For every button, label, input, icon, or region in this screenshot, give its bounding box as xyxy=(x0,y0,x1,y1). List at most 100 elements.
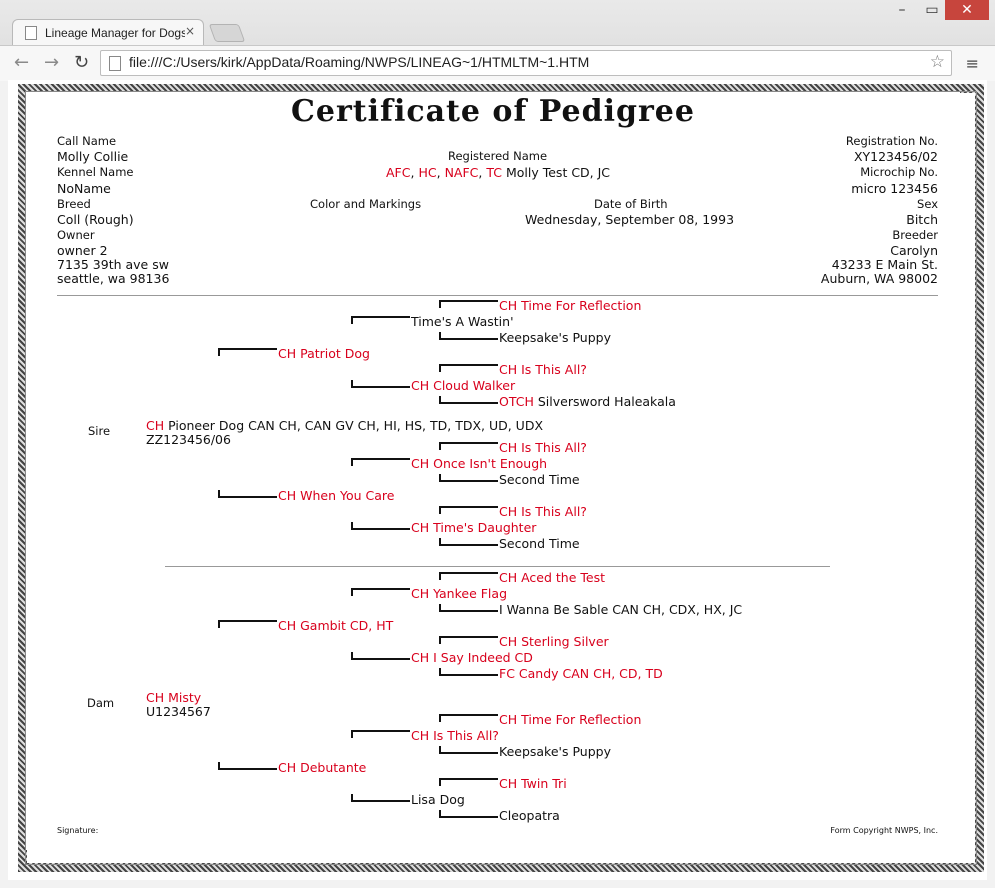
reload-icon[interactable]: ↻ xyxy=(74,52,89,73)
connector xyxy=(439,396,498,404)
reg-title-tc: TC xyxy=(486,165,502,180)
gen4-b1: CH Aced the Test xyxy=(499,570,606,585)
registration-label: Registration No. xyxy=(845,134,938,148)
signature-label: Signature: xyxy=(57,826,99,835)
connector xyxy=(351,458,410,466)
connector xyxy=(351,316,410,324)
sire-title: CH xyxy=(146,418,165,433)
reg-title-hc: HC xyxy=(418,165,437,180)
dds: CH Is This All? xyxy=(411,728,499,743)
breeder-name: Carolyn xyxy=(890,243,938,258)
gen4-a4-name: Silversword Haleakala xyxy=(537,394,676,409)
kennel-name-label: Kennel Name xyxy=(57,165,134,179)
sdd: CH Time's Daughter xyxy=(411,520,537,535)
connector xyxy=(439,572,498,580)
connector xyxy=(439,300,498,308)
owner-address-2: seattle, wa 98136 xyxy=(57,271,170,286)
breeder-address-1: 43233 E Main St. xyxy=(831,257,938,272)
tab-title: Lineage Manager for Dogs xyxy=(45,26,185,40)
sire-registration: ZZ123456/06 xyxy=(146,432,231,447)
dob-label: Date of Birth xyxy=(594,197,668,211)
menu-icon[interactable]: ≡ xyxy=(966,54,979,73)
connector xyxy=(351,522,410,530)
registered-name-label: Registered Name xyxy=(448,149,548,163)
maximize-button[interactable]: ▭ xyxy=(917,0,947,20)
dam-label: Dam xyxy=(87,696,115,710)
owner-address-1: 7135 39th ave sw xyxy=(57,257,169,272)
back-icon[interactable]: ← xyxy=(14,52,29,73)
sex-label: Sex xyxy=(917,197,938,211)
owner-label: Owner xyxy=(57,228,95,242)
window-close-button[interactable]: ✕ xyxy=(945,0,989,20)
page-icon xyxy=(25,26,37,40)
dob: Wednesday, September 08, 1993 xyxy=(525,212,735,227)
connector xyxy=(439,332,498,340)
ssd: CH Cloud Walker xyxy=(411,378,516,393)
reg-sep: , xyxy=(478,165,483,180)
sire-name: CH Pioneer Dog CAN CH, CAN GV CH, HI, HS… xyxy=(146,418,543,433)
connector xyxy=(351,794,410,802)
reg-title-nafc: NAFC xyxy=(444,165,479,180)
sire-label: Sire xyxy=(88,424,111,438)
address-bar[interactable]: file:///C:/Users/kirk/AppData/Roaming/NW… xyxy=(100,50,952,76)
minimize-button[interactable]: – xyxy=(887,0,917,20)
connector xyxy=(218,348,277,356)
microchip-number: micro 123456 xyxy=(851,181,938,196)
connector xyxy=(439,714,498,722)
gen4-a1: CH Time For Reflection xyxy=(499,298,642,313)
connector xyxy=(439,668,498,676)
gen4-a7: CH Is This All? xyxy=(499,504,587,519)
dss: CH Yankee Flag xyxy=(411,586,508,601)
breeder-label: Breeder xyxy=(892,228,938,242)
gen4-b6: Keepsake's Puppy xyxy=(499,744,611,759)
url-text[interactable]: file:///C:/Users/kirk/AppData/Roaming/NW… xyxy=(129,54,589,70)
connector xyxy=(351,652,410,660)
sss: Time's A Wastin' xyxy=(411,314,514,329)
breed-label: Breed xyxy=(57,197,91,211)
sire-dam: CH When You Care xyxy=(278,488,395,503)
connector xyxy=(439,442,498,450)
ddd: Lisa Dog xyxy=(411,792,465,807)
page-viewport: Certificate of Pedigree Call Name Molly … xyxy=(8,80,987,880)
file-icon xyxy=(109,56,121,71)
gen4-b5: CH Time For Reflection xyxy=(499,712,642,727)
kennel-name: NoName xyxy=(57,181,111,196)
bookmark-star-icon[interactable]: ☆ xyxy=(930,52,945,72)
reg-sep: , xyxy=(436,165,441,180)
dam-dam: CH Debutante xyxy=(278,760,367,775)
browser-toolbar: ← → ↻ file:///C:/Users/kirk/AppData/Roam… xyxy=(0,45,995,81)
gen4-a5: CH Is This All? xyxy=(499,440,587,455)
header-divider xyxy=(57,295,938,296)
certificate: Certificate of Pedigree Call Name Molly … xyxy=(26,92,960,850)
dam-name: CH Misty xyxy=(146,690,202,705)
color-markings-label: Color and Markings xyxy=(310,197,422,211)
browser-tab[interactable]: Lineage Manager for Dogs × xyxy=(12,19,204,46)
connector xyxy=(439,474,498,482)
connector xyxy=(351,588,410,596)
dam-sire: CH Gambit CD, HT xyxy=(278,618,394,633)
sire-sire: CH Patriot Dog xyxy=(278,346,370,361)
reg-sep: , xyxy=(410,165,415,180)
gen4-a3: CH Is This All? xyxy=(499,362,587,377)
connector xyxy=(218,490,277,498)
gen4-a4: OTCH Silversword Haleakala xyxy=(499,394,676,409)
forward-icon[interactable]: → xyxy=(44,52,59,73)
registered-name: AFC, HC, NAFC, TC Molly Test CD, JC xyxy=(386,165,610,180)
call-name-label: Call Name xyxy=(57,134,117,148)
call-name: Molly Collie xyxy=(57,149,129,164)
connector xyxy=(439,810,498,818)
new-tab-button[interactable] xyxy=(208,24,246,42)
gen4-a2: Keepsake's Puppy xyxy=(499,330,611,345)
breed: Coll (Rough) xyxy=(57,212,134,227)
tab-close-icon[interactable]: × xyxy=(185,24,195,38)
connector xyxy=(439,636,498,644)
connector xyxy=(218,762,277,770)
dam-registration: U1234567 xyxy=(146,704,211,719)
copyright: Form Copyright NWPS, Inc. xyxy=(830,826,938,835)
certificate-title: Certificate of Pedigree xyxy=(291,94,695,129)
owner-name: owner 2 xyxy=(57,243,108,258)
connector xyxy=(439,604,498,612)
gen4-a4-title: OTCH xyxy=(499,394,534,409)
gen4-a8: Second Time xyxy=(499,536,580,551)
connector xyxy=(218,620,277,628)
